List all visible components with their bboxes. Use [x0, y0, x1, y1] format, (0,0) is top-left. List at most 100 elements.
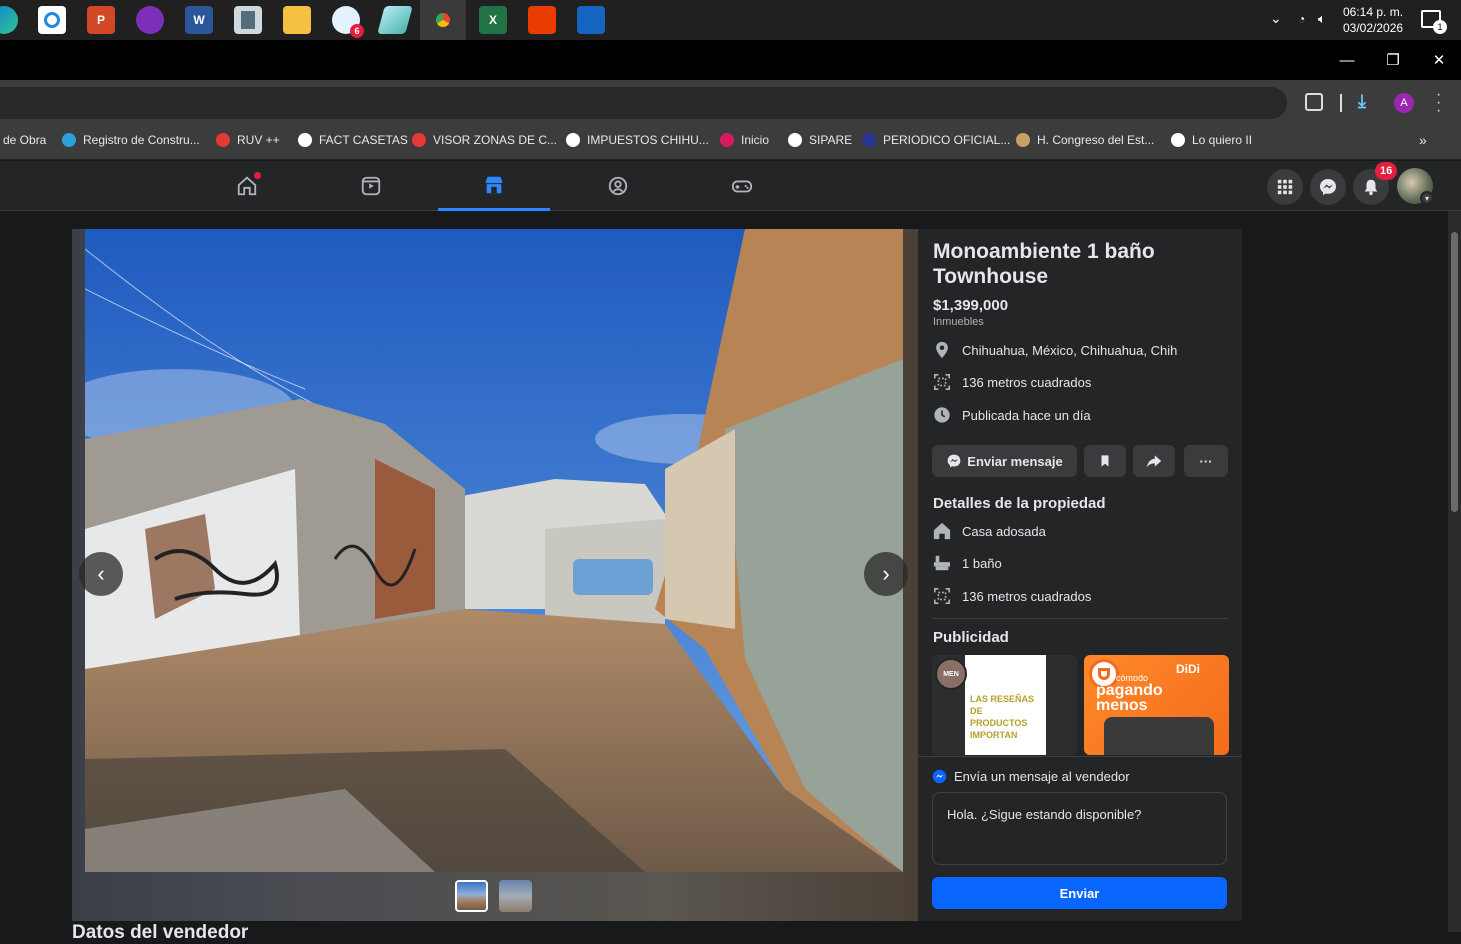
ad-card-2[interactable]: DiDi cómodo pagando menos	[1084, 655, 1229, 755]
word-icon[interactable]: W	[185, 6, 213, 34]
tab-gaming[interactable]	[686, 161, 798, 211]
account-chevron-icon[interactable]: ▾	[1420, 191, 1434, 205]
paint-icon[interactable]	[136, 6, 164, 34]
ad-2-headline: pagando menos	[1096, 682, 1163, 714]
bookmark-label: FACT CASETAS	[319, 133, 408, 147]
baths-text: 1 baño	[962, 555, 1002, 571]
tab-home[interactable]	[191, 161, 303, 211]
listing-photo[interactable]	[85, 229, 903, 872]
bookmark-label: RUV ++	[237, 133, 280, 147]
close-window-button[interactable]: ✕	[1416, 40, 1461, 80]
previous-photo-button[interactable]: ‹	[79, 552, 123, 596]
seller-info-heading: Datos del vendedor	[72, 922, 249, 943]
edge-icon[interactable]	[0, 6, 18, 34]
bookmark-item[interactable]: de Obra	[3, 126, 46, 154]
address-bar[interactable]	[0, 87, 1287, 119]
bookmark-label: VISOR ZONAS DE C...	[433, 133, 558, 147]
ad-2-brand: DiDi	[1176, 662, 1200, 676]
bookmark-favicon-icon	[1171, 133, 1185, 147]
bookmark-favicon-icon	[788, 133, 802, 147]
office-icon[interactable]	[528, 6, 556, 34]
baths-row: 1 baño	[933, 553, 1002, 573]
calculator-icon[interactable]	[234, 6, 262, 34]
tab-marketplace[interactable]	[438, 161, 550, 211]
grid-icon	[1277, 179, 1293, 195]
tab-video[interactable]	[315, 161, 427, 211]
bookmark-favicon-icon	[1016, 133, 1030, 147]
chevron-left-icon: ‹	[97, 561, 105, 586]
posted-text: Publicada hace un día	[962, 407, 1091, 423]
system-clock[interactable]: 06:14 p. m. 03/02/2026	[1343, 4, 1403, 36]
photo-thumbnail-1[interactable]	[455, 880, 488, 912]
home-dot-badge	[254, 172, 261, 179]
bookmark-item[interactable]: IMPUESTOS CHIHU...	[566, 126, 709, 154]
bookmark-favicon-icon	[566, 133, 580, 147]
next-photo-button[interactable]: ›	[864, 552, 908, 596]
area-row: 136 metros cuadrados	[933, 372, 1091, 392]
listing-details-panel: Monoambiente 1 baño Townhouse $1,399,000…	[918, 229, 1242, 921]
minimize-button[interactable]: —	[1324, 40, 1370, 80]
listing-title: Monoambiente 1 baño Townhouse	[933, 240, 1155, 288]
message-input[interactable]: Hola. ¿Sigue estando disponible?	[932, 792, 1227, 865]
bookmark-item[interactable]: Inicio	[720, 126, 769, 154]
tray-chevron-up-icon[interactable]: ⌄	[1270, 10, 1282, 27]
maximize-button[interactable]: ❐	[1370, 40, 1416, 80]
file-explorer-icon[interactable]	[283, 6, 311, 34]
downloads-icon[interactable]: ⤓	[1358, 91, 1366, 112]
location-row[interactable]: Chihuahua, México, Chihuahua, Chih	[933, 340, 1177, 360]
messenger-icon	[947, 454, 961, 468]
toolbar-divider	[1340, 94, 1342, 112]
listing-price: $1,399,000	[933, 297, 1009, 314]
bookmark-item[interactable]: RUV ++	[216, 126, 280, 154]
bookmarks-overflow-icon[interactable]: »	[1419, 126, 1427, 154]
location-pin-icon	[936, 341, 948, 359]
listing-category[interactable]: Inmuebles	[933, 316, 984, 328]
menu-grid-button[interactable]	[1267, 169, 1303, 205]
bookmark-item[interactable]: Lo quiero II	[1171, 126, 1252, 154]
save-listing-button[interactable]	[1084, 445, 1126, 477]
clock-icon	[934, 407, 950, 423]
weather-badge: 6	[350, 24, 364, 38]
messenger-button[interactable]	[1310, 169, 1346, 205]
section-divider	[933, 618, 1228, 619]
bookmark-item[interactable]: PERIODICO OFICIAL...	[862, 126, 1010, 154]
share-listing-button[interactable]	[1133, 445, 1175, 477]
video-icon	[361, 176, 381, 196]
bookmark-item[interactable]: Registro de Constru...	[62, 126, 200, 154]
bookmark-label: SIPARE	[809, 133, 853, 147]
sync-app-icon[interactable]	[38, 6, 66, 34]
share-icon	[1146, 455, 1162, 468]
property-type-row: Casa adosada	[933, 521, 1046, 541]
extensions-icon[interactable]	[1305, 93, 1323, 111]
chrome-menu-icon[interactable]: · · ·	[1436, 87, 1441, 119]
bookmark-item[interactable]: H. Congreso del Est...	[1016, 126, 1154, 154]
chrome-icon	[430, 7, 456, 33]
send-button[interactable]: Enviar	[932, 877, 1227, 909]
volume-icon[interactable]: 🔈︎	[1318, 11, 1326, 27]
property-type-text: Casa adosada	[962, 523, 1046, 539]
remote-desktop-icon[interactable]	[577, 6, 605, 34]
weather-app-icon[interactable]: 6	[332, 6, 364, 38]
bookmark-item[interactable]: SIPARE	[788, 126, 852, 154]
ad-card-1[interactable]: LAS RESEÑAS DE PRODUCTOS IMPORTAN MEN	[932, 655, 1077, 755]
bookmark-item[interactable]: VISOR ZONAS DE C...	[412, 126, 557, 154]
bookmark-label: Registro de Constru...	[83, 133, 200, 147]
bookmark-favicon-icon	[62, 133, 76, 147]
tab-groups[interactable]	[562, 161, 674, 211]
more-options-button[interactable]: ···	[1184, 445, 1228, 477]
ad-2-image	[1104, 717, 1214, 755]
powerpoint-icon[interactable]: P	[87, 6, 115, 34]
notes-app-icon[interactable]	[377, 6, 413, 34]
chrome-taskbar-button[interactable]	[420, 0, 466, 40]
profile-avatar[interactable]: A	[1394, 93, 1414, 113]
notification-center-icon[interactable]: 1	[1421, 10, 1447, 34]
bookmark-label: IMPUESTOS CHIHU...	[587, 133, 709, 147]
wifi-icon[interactable]: ◔	[1298, 12, 1305, 26]
photo-thumbnail-2[interactable]	[499, 880, 532, 912]
excel-icon[interactable]: X	[479, 6, 507, 34]
send-message-button[interactable]: Enviar mensaje	[932, 445, 1077, 477]
scrollbar-thumb[interactable]	[1451, 232, 1458, 512]
location-text: Chihuahua, México, Chihuahua, Chih	[962, 342, 1178, 358]
bookmark-icon	[1101, 455, 1109, 467]
bookmark-item[interactable]: FACT CASETAS	[298, 126, 408, 154]
